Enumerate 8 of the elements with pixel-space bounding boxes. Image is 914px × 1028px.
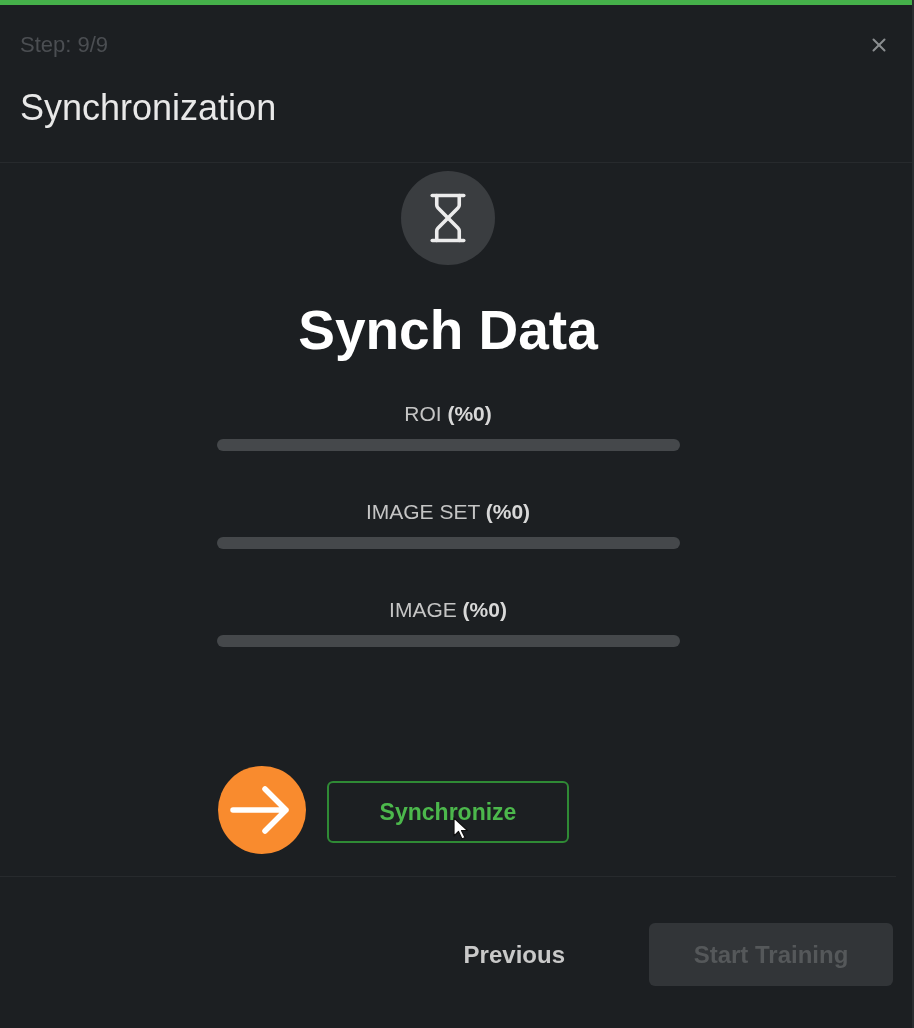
arrow-right-icon: [218, 766, 306, 854]
previous-button[interactable]: Previous: [427, 923, 601, 986]
section-heading: Synch Data: [298, 300, 598, 360]
progress-label: IMAGE (%0): [389, 598, 507, 622]
synchronize-button[interactable]: Synchronize: [327, 781, 569, 843]
progress-label: ROI (%0): [404, 402, 492, 426]
dialog-title: Synchronization: [20, 86, 278, 130]
progress-label: IMAGE SET (%0): [365, 500, 531, 524]
